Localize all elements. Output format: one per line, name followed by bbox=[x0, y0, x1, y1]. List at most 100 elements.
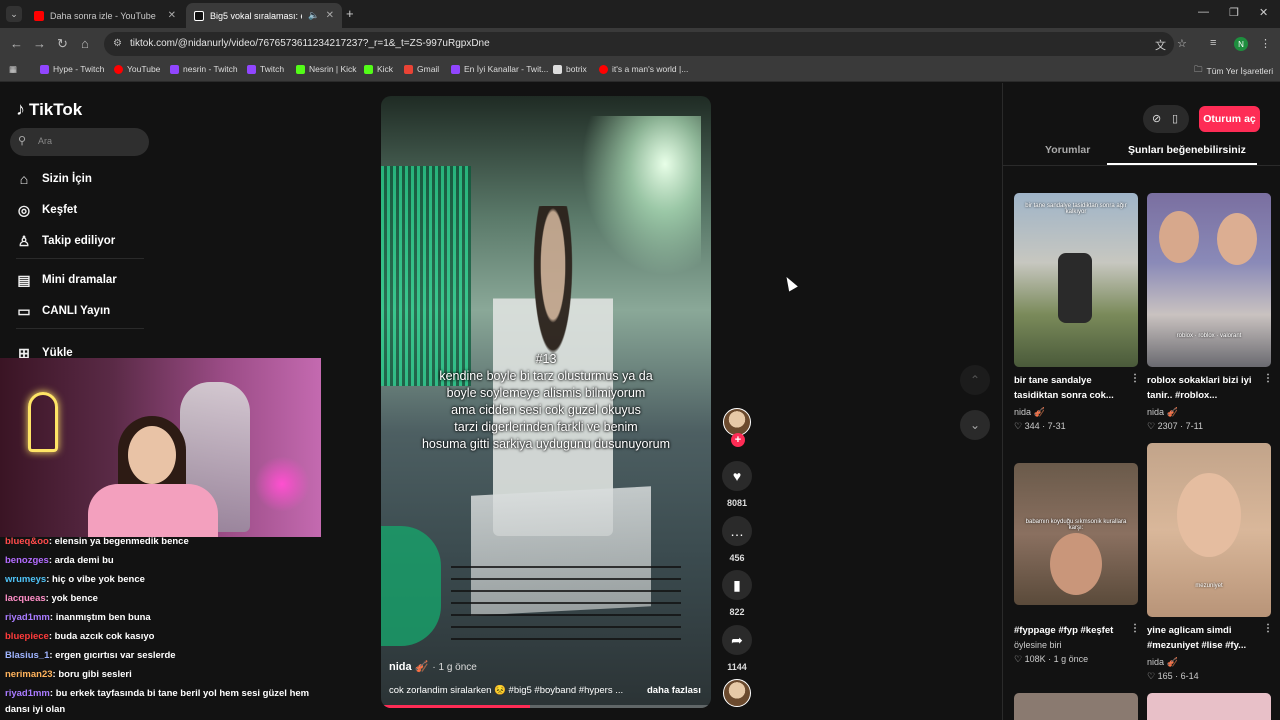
video-thumbnail[interactable]: mezuniyet bbox=[1147, 443, 1271, 617]
bookmark-item[interactable]: Twitch bbox=[247, 64, 284, 74]
bookmark-item[interactable]: Hype - Twitch bbox=[40, 64, 104, 74]
next-video-button[interactable]: ⌄ bbox=[960, 410, 990, 440]
minimize-icon[interactable]: — bbox=[1198, 6, 1209, 18]
video-thumbnail[interactable] bbox=[1014, 693, 1138, 720]
chat-message: wrumeys: hiç o vibe yok bence bbox=[5, 574, 145, 585]
save-button[interactable]: ▮ bbox=[722, 570, 752, 600]
person-figure bbox=[1058, 253, 1092, 323]
top-icons-group: ⊘ ▯ bbox=[1143, 105, 1189, 133]
chat-message: neriman23: boru gibi sesleri bbox=[5, 669, 132, 680]
more-link[interactable]: daha fazlası bbox=[647, 685, 701, 696]
video-thumbnail[interactable] bbox=[1147, 693, 1271, 720]
nav-divider bbox=[16, 258, 144, 259]
share-count: 1144 bbox=[727, 662, 747, 672]
close-tab-icon[interactable]: ✕ bbox=[168, 10, 176, 21]
more-icon[interactable]: ⋮ bbox=[1263, 373, 1273, 384]
back-icon[interactable]: ← bbox=[10, 36, 23, 51]
card-stats: ♡ 108K · 1 g önce bbox=[1014, 654, 1089, 664]
close-tab-icon[interactable]: ✕ bbox=[326, 10, 334, 21]
compass-icon[interactable]: ⊘ bbox=[1152, 112, 1161, 125]
bookmark-item[interactable]: Gmail bbox=[404, 64, 439, 74]
more-icon[interactable]: ⋮ bbox=[1263, 623, 1273, 634]
youtube-icon bbox=[599, 64, 608, 74]
menu-icon[interactable]: ⋮ bbox=[1260, 37, 1271, 50]
home-icon: ⌂ bbox=[19, 171, 29, 187]
follow-plus-icon[interactable]: + bbox=[731, 433, 745, 447]
translate-icon[interactable]: 文 bbox=[1155, 37, 1166, 53]
url-text[interactable]: tiktok.com/@nidanurly/video/767657361123… bbox=[130, 38, 490, 49]
chat-message: benozges: arda demi bu bbox=[5, 555, 114, 566]
card-stats: ♡ 165 · 6-14 bbox=[1147, 671, 1199, 681]
right-panel: ⊘ ▯ Oturum aç Yorumlar Şunları beğenebil… bbox=[1002, 83, 1280, 720]
device-icon[interactable]: ▯ bbox=[1172, 112, 1178, 125]
bookmark-item[interactable]: botrix bbox=[553, 64, 587, 74]
botrix-icon bbox=[553, 64, 562, 74]
more-icon[interactable]: ⋮ bbox=[1130, 623, 1140, 634]
tab-active-underline bbox=[1107, 163, 1257, 165]
like-button[interactable]: ♥ bbox=[722, 461, 752, 491]
card-title: roblox sokaklari bizi iyi tanir.. #roblo… bbox=[1147, 375, 1252, 401]
login-button[interactable]: Oturum aç bbox=[1199, 106, 1260, 132]
bookmark-item[interactable]: nesrin - Twitch bbox=[170, 64, 238, 74]
bookmark-item[interactable]: En İyi Kanallar - Twit... bbox=[451, 64, 548, 74]
tab-search-chevron-icon[interactable]: ⌄ bbox=[6, 6, 22, 22]
all-bookmarks[interactable]: 🗀 Tüm Yer İşaretleri bbox=[1194, 64, 1273, 78]
comment-icon: … bbox=[730, 523, 744, 539]
nav-mini-dramas[interactable]: ▤ Mini dramalar bbox=[16, 269, 116, 291]
share-button[interactable]: ➦ bbox=[722, 625, 752, 655]
bookmark-item[interactable]: Nesrin | Kick bbox=[296, 64, 357, 74]
card-author: öylesine biri bbox=[1014, 640, 1062, 650]
chat-message: lacqueas: yok bence bbox=[5, 593, 98, 604]
streamer-webcam bbox=[0, 358, 321, 537]
tab-tiktok[interactable]: Big5 vokal sıralaması: en iyi 🔈 ✕ bbox=[186, 3, 342, 28]
tiktok-logo[interactable]: ♪ TikTok bbox=[16, 99, 82, 120]
nav-following[interactable]: ♙ Takip ediliyor bbox=[16, 230, 116, 252]
bookmark-star-icon[interactable]: ☆ bbox=[1177, 37, 1187, 50]
video-thumbnail[interactable]: babamın koyduğu sıkmsonik kurallara karş… bbox=[1014, 463, 1138, 605]
address-bar[interactable]: ⚙ tiktok.com/@nidanurly/video/7676573611… bbox=[104, 32, 1174, 56]
bookmark-item[interactable]: it's a man's world |... bbox=[599, 64, 688, 74]
nav-for-you[interactable]: ⌂ Sizin İçin bbox=[16, 168, 92, 190]
close-window-icon[interactable]: ✕ bbox=[1259, 6, 1268, 19]
bookmark-item[interactable]: YouTube bbox=[114, 64, 160, 74]
tab-comments[interactable]: Yorumlar bbox=[1045, 144, 1090, 156]
previous-video-button[interactable]: ⌃ bbox=[960, 365, 990, 395]
music-disc-avatar[interactable] bbox=[723, 679, 751, 707]
chat-message: Blasius_1: ergen gıcırtısı var seslerde bbox=[5, 650, 176, 661]
video-player[interactable]: #13 kendine boyle bi tarz olusturmus ya … bbox=[381, 96, 711, 708]
video-caption: #13 kendine boyle bi tarz olusturmus ya … bbox=[421, 352, 671, 451]
restore-icon[interactable]: ❐ bbox=[1229, 6, 1239, 19]
creator-avatar[interactable] bbox=[723, 408, 751, 436]
tab-youtube[interactable]: Daha sonra izle - YouTube ✕ bbox=[26, 3, 184, 28]
search-input[interactable]: ⚲ Ara bbox=[10, 128, 149, 156]
heart-icon: ♥ bbox=[732, 468, 742, 484]
new-tab-button[interactable]: + bbox=[346, 6, 354, 21]
forward-icon[interactable]: → bbox=[33, 36, 46, 51]
card-title: bir tane sandalye tasidiktan sonra cok..… bbox=[1014, 375, 1114, 401]
profile-avatar[interactable]: N bbox=[1234, 37, 1248, 51]
apps-grid-icon[interactable]: ▦ bbox=[9, 64, 17, 75]
media-control-icon[interactable]: ≡ bbox=[1210, 37, 1216, 49]
video-description: cok zorlandim siralarken 😣 #big5 #boyban… bbox=[389, 685, 624, 696]
stage-letter-shape bbox=[381, 526, 441, 646]
kick-icon bbox=[296, 64, 305, 74]
site-info-icon[interactable]: ⚙ bbox=[113, 38, 122, 49]
search-icon: ⚲ bbox=[18, 135, 27, 147]
mute-icon[interactable]: 🔈 bbox=[308, 10, 319, 21]
neon-sign bbox=[28, 392, 58, 452]
more-icon[interactable]: ⋮ bbox=[1130, 373, 1140, 384]
video-progress-bar[interactable] bbox=[381, 705, 711, 708]
tab-suggested[interactable]: Şunları beğenebilirsiniz bbox=[1128, 144, 1246, 156]
reload-icon[interactable]: ↻ bbox=[57, 36, 68, 52]
video-progress-fill bbox=[381, 705, 530, 708]
nav-live[interactable]: ▭ CANLI Yayın bbox=[16, 300, 110, 322]
video-thumbnail[interactable]: roblox · roblox · valorant bbox=[1147, 193, 1271, 367]
bookmark-item[interactable]: Kick bbox=[364, 64, 393, 74]
home-icon[interactable]: ⌂ bbox=[81, 36, 89, 51]
chat-message: riyad1mm: bu erkek tayfasında bi tane be… bbox=[5, 688, 310, 715]
live-icon: ▭ bbox=[17, 302, 31, 319]
comment-button[interactable]: … bbox=[722, 516, 752, 546]
nav-explore[interactable]: ◎ Keşfet bbox=[16, 199, 77, 221]
video-author[interactable]: nida 🎻 · 1 g önce bbox=[389, 660, 477, 673]
video-thumbnail[interactable]: bir tane sandalye tasidiktan sonra ağır … bbox=[1014, 193, 1138, 367]
